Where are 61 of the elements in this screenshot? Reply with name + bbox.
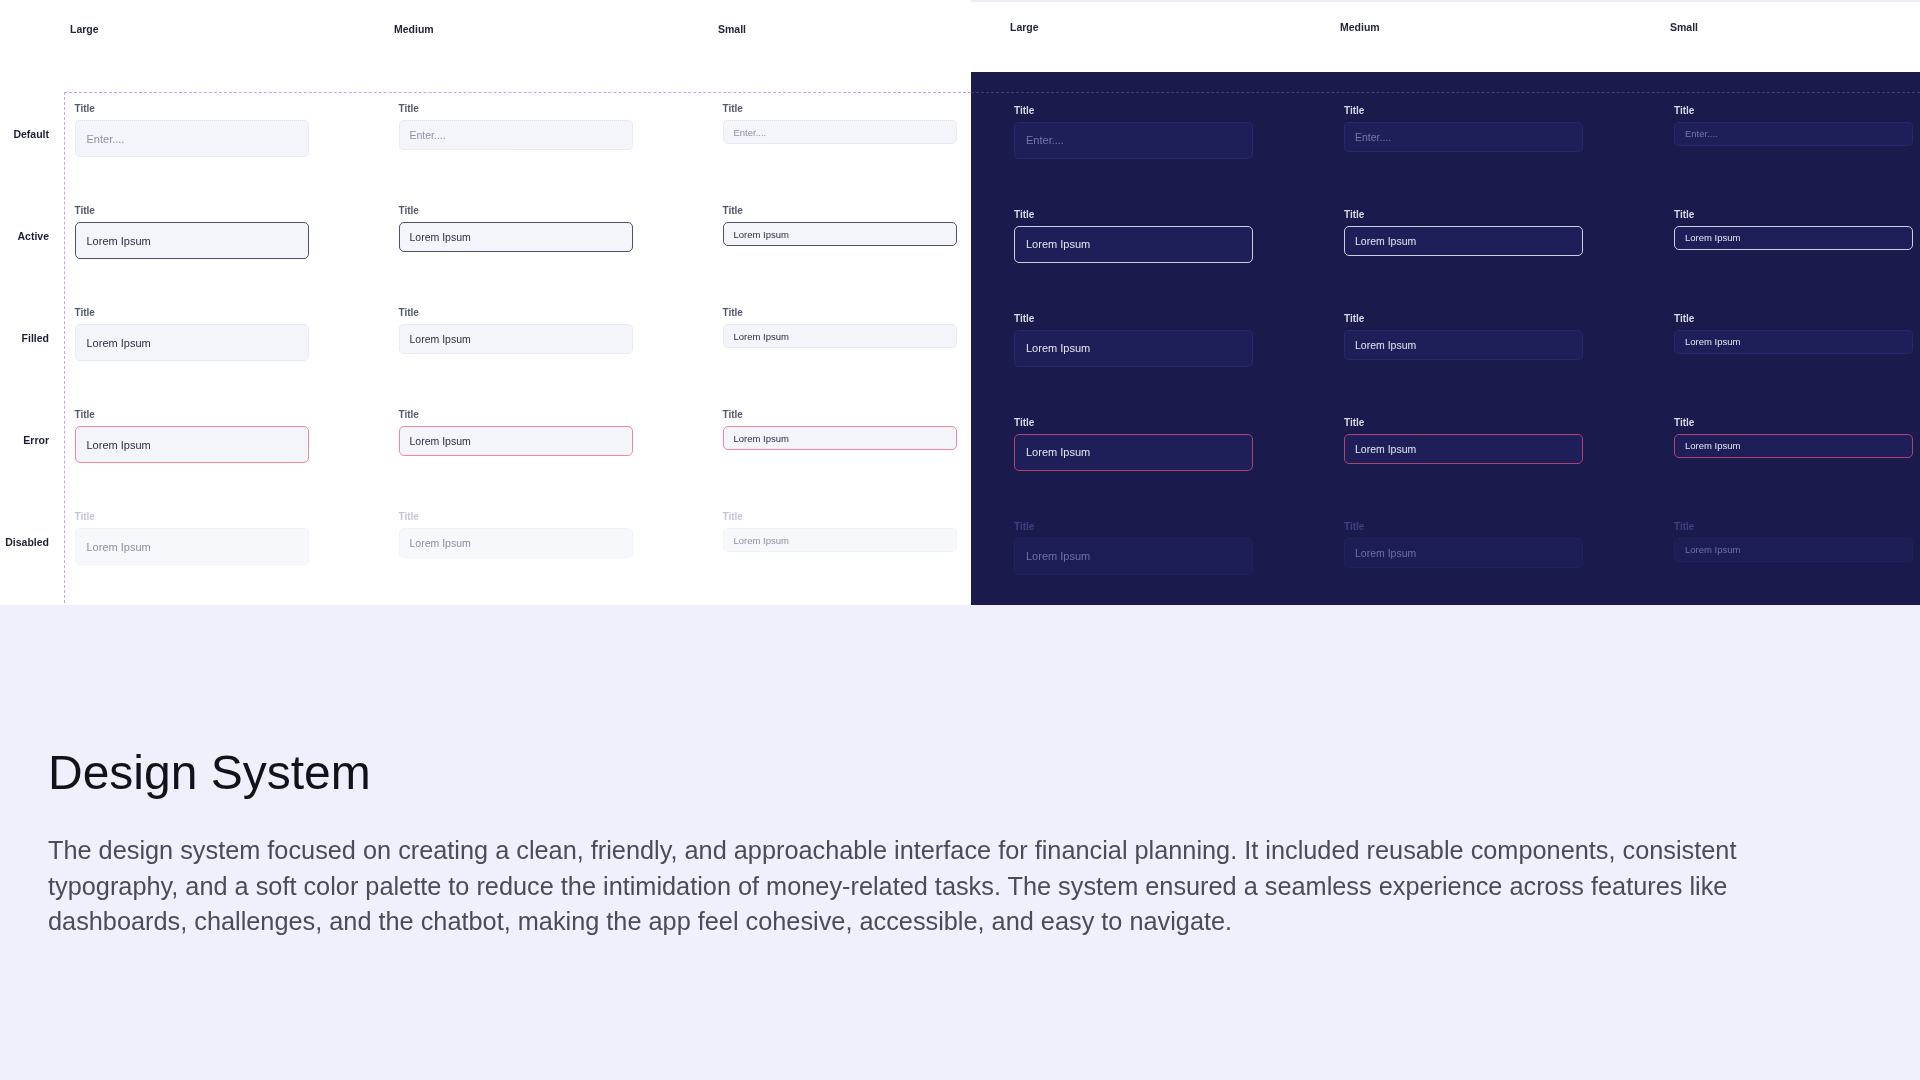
input-field[interactable]: Lorem Ipsum xyxy=(398,324,633,354)
row-label: Disabled xyxy=(5,535,49,549)
field-label: Title xyxy=(1014,415,1035,430)
input-field[interactable]: Lorem Ipsum xyxy=(1674,433,1913,458)
field-label: Title xyxy=(722,510,743,524)
input-field[interactable]: Lorem Ipsum xyxy=(722,324,957,348)
field-label: Title xyxy=(398,510,419,524)
input-field[interactable]: Lorem Ipsum xyxy=(1344,433,1583,464)
field-label: Title xyxy=(1674,207,1695,222)
input-field[interactable]: Lorem Ipsum xyxy=(74,222,309,259)
field-label: Title xyxy=(1344,207,1365,222)
field-label: Title xyxy=(1014,103,1035,118)
field-label: Title xyxy=(74,204,95,218)
input-field[interactable]: Lorem Ipsum xyxy=(398,426,633,456)
field-label: Title xyxy=(398,204,419,218)
field-label: Title xyxy=(398,306,419,320)
row-label: Default xyxy=(13,127,49,141)
field-label: Title xyxy=(722,204,743,218)
input-field[interactable]: Lorem Ipsum xyxy=(74,324,309,361)
field-label: Title xyxy=(1674,311,1695,326)
field-label: Title xyxy=(1014,311,1035,326)
input-field[interactable]: Lorem Ipsum xyxy=(1014,433,1253,471)
input-field[interactable]: Lorem Ipsum xyxy=(1344,225,1583,256)
field-label: Title xyxy=(722,408,743,422)
row-label: Filled xyxy=(21,331,49,345)
field-label: Title xyxy=(74,510,95,524)
column-header: Large xyxy=(1010,20,1039,34)
field-label: Title xyxy=(722,102,743,116)
field-label: Title xyxy=(1674,415,1695,430)
input-field[interactable]: Enter.... xyxy=(1674,121,1913,146)
input-field[interactable]: Enter.... xyxy=(1344,121,1583,152)
field-label: Title xyxy=(1014,207,1035,222)
input-field[interactable]: Lorem Ipsum xyxy=(722,222,957,246)
section-heading: Design System xyxy=(48,745,372,801)
column-header: Medium xyxy=(1340,20,1380,34)
input-field[interactable]: Lorem Ipsum xyxy=(1674,329,1913,354)
row-label: Active xyxy=(17,229,49,243)
column-header: Small xyxy=(1670,20,1698,34)
input-field[interactable]: Lorem Ipsum xyxy=(1014,225,1253,263)
column-header: Large xyxy=(70,22,99,36)
column-header: Small xyxy=(718,22,746,36)
field-label: Title xyxy=(1344,311,1365,326)
field-label: Title xyxy=(1674,103,1695,118)
input-field[interactable]: Lorem Ipsum xyxy=(722,426,957,450)
section-description: The design system focused on creating a clean, friendly, and approachable interface for financial planning. It included reusable components, consistent typography, and a soft color palette to reduce the intimidation of money-related tasks. The system ensured a seamless experience across features like dashboards, challenges, and the chatbot, making the app feel cohesive, accessible, and easy to navigate. xyxy=(48,835,1738,937)
field-label: Title xyxy=(74,306,95,320)
input-field[interactable]: Lorem Ipsum xyxy=(74,426,309,463)
field-label: Title xyxy=(722,306,743,320)
input-field[interactable]: Enter.... xyxy=(1014,121,1253,159)
input-field[interactable]: Lorem Ipsum xyxy=(1674,225,1913,250)
input-field[interactable]: Lorem Ipsum xyxy=(398,222,633,252)
field-label: Title xyxy=(398,102,419,116)
field-label: Title xyxy=(1344,103,1365,118)
input-field[interactable]: Lorem Ipsum xyxy=(1014,329,1253,367)
field-label: Title xyxy=(74,102,95,116)
row-label: Error xyxy=(23,433,49,447)
field-label: Title xyxy=(74,408,95,422)
field-label: Title xyxy=(1344,415,1365,430)
input-field[interactable]: Lorem Ipsum xyxy=(1344,329,1583,360)
field-label: Title xyxy=(398,408,419,422)
column-header: Medium xyxy=(394,22,434,36)
